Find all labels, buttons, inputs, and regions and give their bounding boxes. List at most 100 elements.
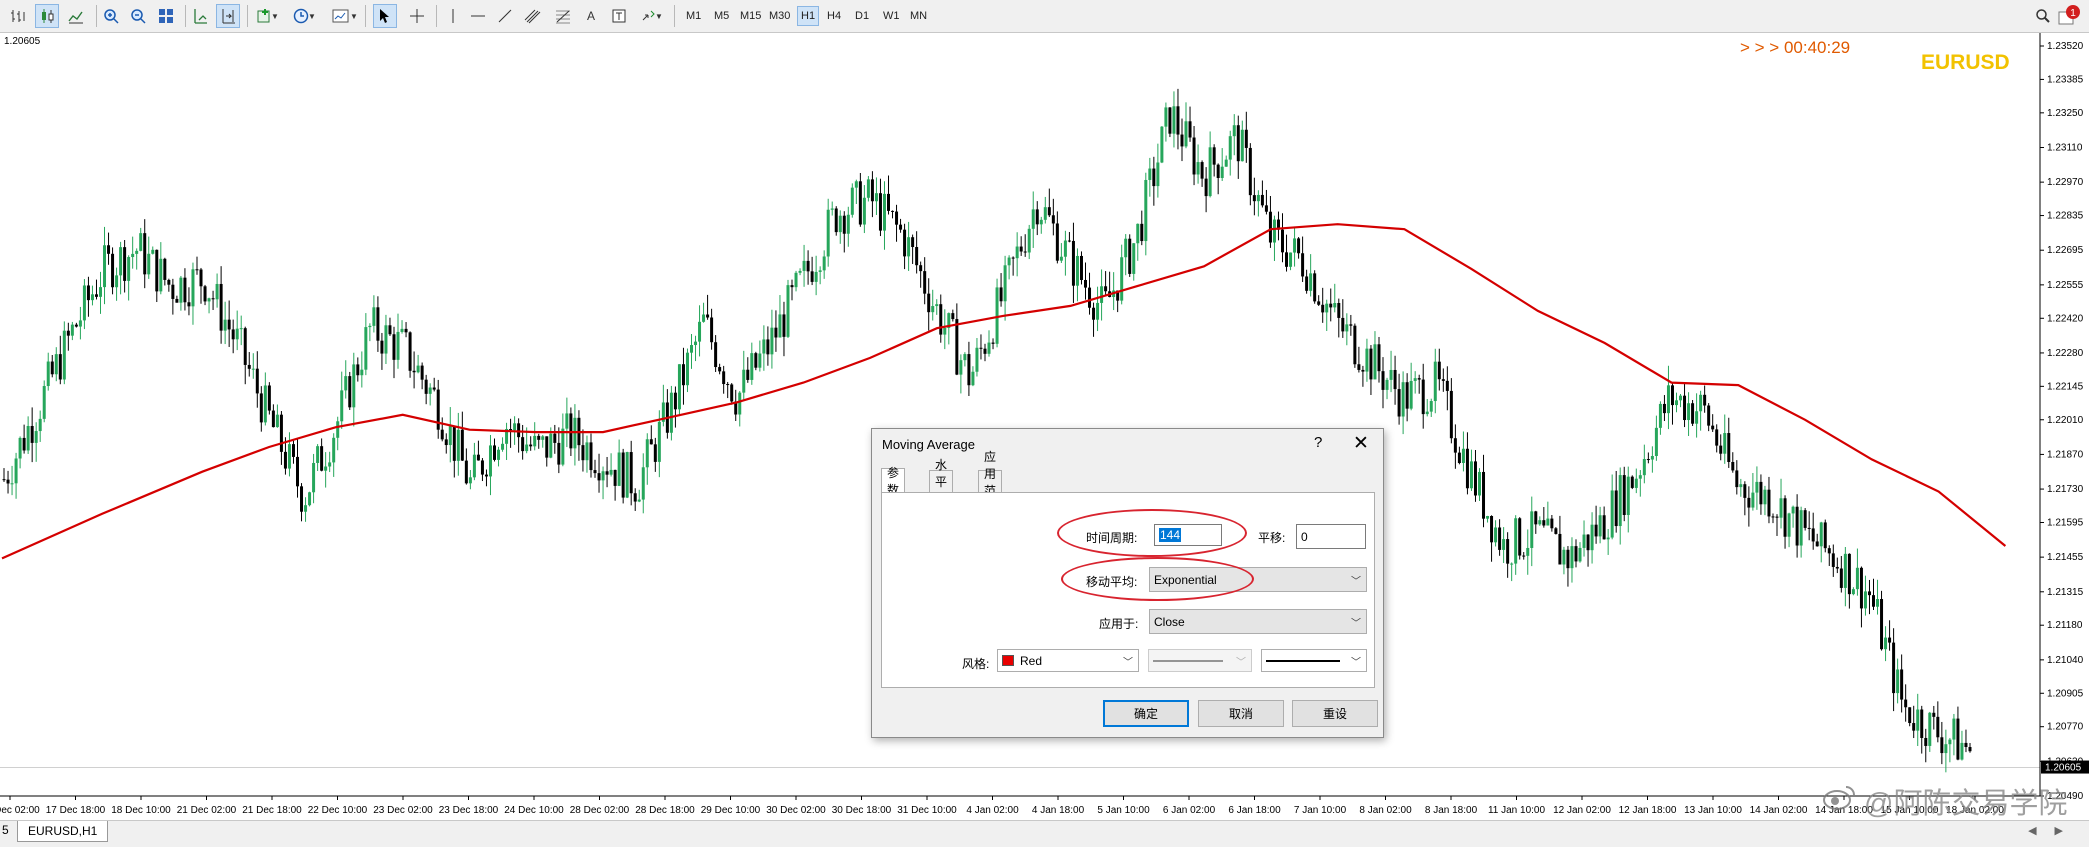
timeframe-m5-button[interactable]: M5 — [711, 6, 732, 26]
candle-body — [1164, 107, 1168, 127]
candle-body — [1079, 255, 1083, 280]
timeframe-h1-button[interactable]: H1 — [797, 6, 820, 26]
candle-body — [798, 270, 802, 273]
timeframe-h4-button[interactable]: H4 — [824, 6, 844, 26]
fibonacci-icon[interactable] — [551, 4, 575, 28]
candle-body — [235, 328, 239, 340]
candle-body — [396, 331, 400, 360]
chart-shift-icon[interactable] — [216, 4, 240, 28]
tile-windows-icon[interactable] — [154, 4, 178, 28]
candle-body — [866, 179, 870, 198]
text-label-icon[interactable] — [607, 4, 631, 28]
candle-body — [858, 181, 862, 225]
candle-body — [1256, 194, 1260, 202]
candle-body — [1494, 527, 1498, 543]
candle-body — [1385, 379, 1389, 390]
chevron-down-icon[interactable]: ▼ — [349, 4, 359, 28]
timeframe-m15-button[interactable]: M15 — [737, 6, 764, 26]
candle-body — [1059, 256, 1063, 261]
close-icon[interactable]: ✕ — [1353, 432, 1369, 455]
channel-icon[interactable] — [521, 4, 545, 28]
timeframe-d1-button[interactable]: D1 — [852, 6, 872, 26]
candle-body — [1268, 211, 1272, 243]
candle-body — [1337, 303, 1341, 318]
candle-body — [818, 270, 822, 272]
candle-body — [758, 353, 762, 368]
candlestick-icon[interactable] — [35, 4, 59, 28]
candle-body — [1136, 223, 1140, 244]
chevron-down-icon[interactable]: ▼ — [270, 4, 280, 28]
candle-body — [806, 260, 810, 272]
candle-body — [400, 328, 404, 332]
candle-body — [1232, 125, 1236, 137]
candle-body — [1670, 385, 1674, 406]
tab-parameters[interactable]: 参数 — [881, 466, 906, 497]
text-icon[interactable]: A — [579, 4, 603, 28]
notification-icon[interactable]: 1 — [2057, 4, 2081, 28]
zoom-out-icon[interactable] — [126, 4, 150, 28]
timeframe-mn-button[interactable]: MN — [907, 6, 930, 26]
candle-body — [428, 387, 432, 394]
tab-visualization[interactable]: 应用范围 — [978, 450, 1003, 515]
zoom-in-icon[interactable] — [99, 4, 123, 28]
candle-body — [54, 354, 58, 375]
candle-body — [814, 271, 818, 282]
candle-body — [1200, 162, 1204, 179]
line-chart-icon[interactable] — [64, 4, 88, 28]
line-width-select[interactable]: ﹀ — [1261, 649, 1367, 672]
cancel-button[interactable]: 取消 — [1198, 700, 1284, 727]
ok-button[interactable]: 确定 — [1103, 700, 1189, 727]
autoscroll-icon[interactable] — [188, 4, 212, 28]
candle-body — [1570, 546, 1574, 569]
watermark-text: @阿陈交易学院 — [1864, 788, 2068, 820]
candle-body — [18, 437, 22, 459]
candle-body — [1944, 744, 1948, 754]
line-style-preview — [1153, 660, 1223, 661]
dialog-title: Moving Average — [882, 437, 975, 452]
chevron-down-icon[interactable]: ▼ — [307, 4, 317, 28]
price-tick-label: 1.22145 — [2047, 381, 2084, 392]
candle-body — [569, 413, 573, 449]
search-icon[interactable] — [2031, 4, 2055, 28]
crosshair-icon[interactable] — [405, 4, 429, 28]
candle-body — [1546, 518, 1550, 526]
candle-body — [1763, 489, 1767, 505]
cursor-icon[interactable] — [373, 4, 397, 28]
trendline-icon[interactable] — [493, 4, 517, 28]
candle-body — [1289, 252, 1293, 267]
candle-body — [1735, 470, 1739, 488]
price-tick-label: 1.20770 — [2047, 722, 2084, 733]
candle-body — [1413, 378, 1417, 381]
candle-body — [1847, 553, 1851, 595]
bar-chart-icon[interactable] — [6, 4, 30, 28]
candle-body — [179, 277, 183, 303]
chevron-down-icon[interactable]: ▼ — [654, 4, 664, 28]
horizontal-line-icon[interactable] — [466, 4, 490, 28]
reset-button[interactable]: 重设 — [1292, 700, 1378, 727]
candle-body — [742, 369, 746, 393]
color-select[interactable]: Red ﹀ — [997, 649, 1139, 672]
price-tick-label: 1.21455 — [2047, 552, 2084, 563]
vertical-line-icon[interactable] — [441, 4, 465, 28]
candle-body — [135, 250, 139, 254]
line-style-select[interactable]: ﹀ — [1148, 649, 1252, 672]
candle-body — [6, 479, 10, 484]
timeframe-m1-button[interactable]: M1 — [683, 6, 704, 26]
timeframe-w1-button[interactable]: W1 — [880, 6, 903, 26]
timeframe-m30-button[interactable]: M30 — [766, 6, 793, 26]
tab-scroll-arrows[interactable]: ◀▶ — [2028, 824, 2081, 837]
price-tick-label: 1.21870 — [2047, 449, 2084, 460]
candle-body — [1180, 134, 1184, 147]
help-button[interactable]: ? — [1314, 434, 1322, 451]
tab-eurusd-h1[interactable]: EURUSD,H1 — [17, 821, 109, 842]
candle-body — [296, 456, 299, 487]
shift-input[interactable]: 0 — [1296, 524, 1366, 549]
candle-body — [291, 444, 295, 457]
candle-body — [78, 320, 82, 327]
candle-body — [1662, 403, 1666, 414]
candle-body — [1703, 394, 1707, 406]
apply-select[interactable]: Close ﹀ — [1149, 609, 1367, 634]
candle-body — [1047, 207, 1051, 216]
candle-body — [766, 339, 770, 355]
tab-levels[interactable]: 水平位 — [929, 458, 954, 506]
